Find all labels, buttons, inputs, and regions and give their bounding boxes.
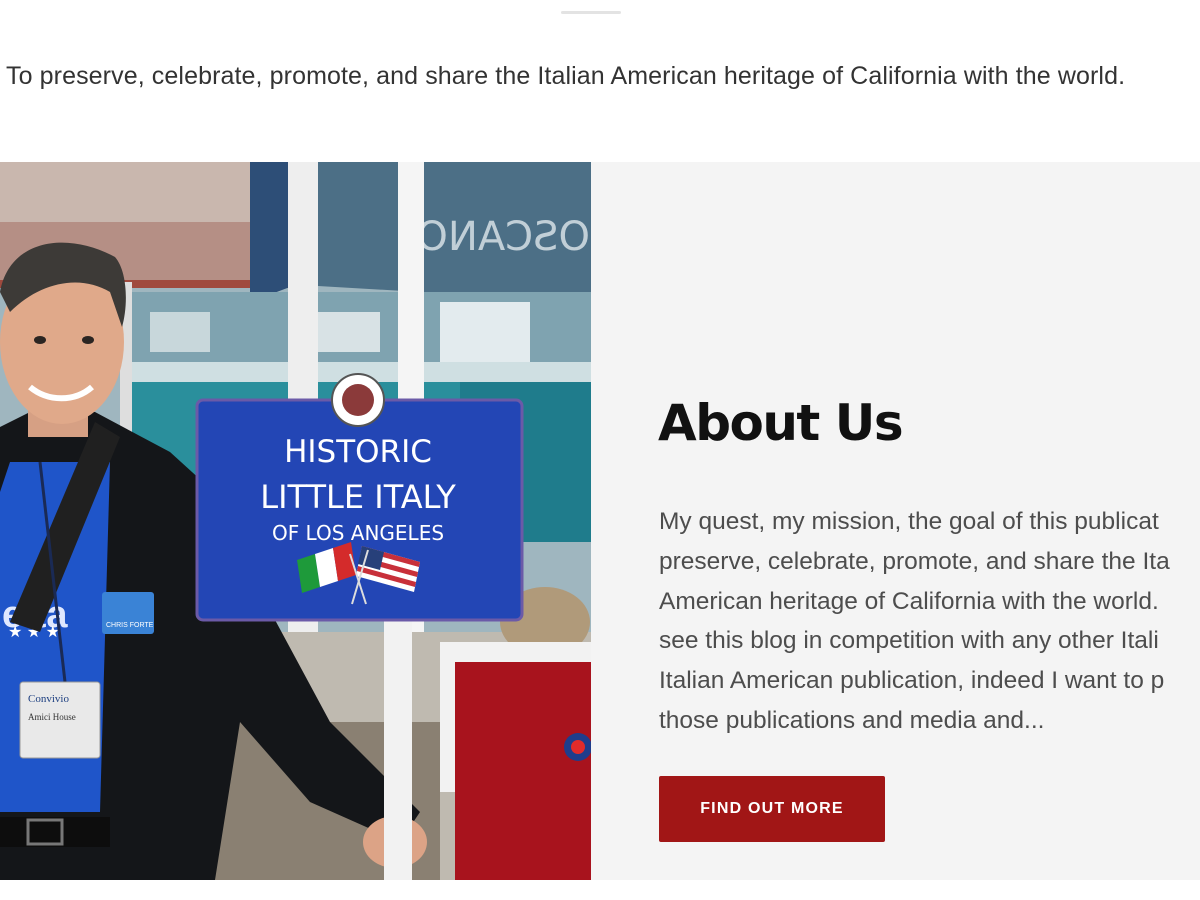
about-line: My quest, my mission, the goal of this p… [659, 508, 1159, 535]
top-divider [561, 11, 621, 14]
about-photo: OSCANO eita ★ ★ ★ CHRIS FORTE [0, 162, 591, 880]
sign-line3: OF LOS ANGELES [272, 521, 444, 545]
about-us-panel: About Us My quest, my mission, the goal … [591, 162, 1200, 880]
about-description: My quest, my mission, the goal of this p… [659, 502, 1200, 741]
awning-text: OSCANO [416, 214, 590, 260]
about-line: preserve, celebrate, promote, and share … [659, 547, 1170, 575]
tag-line2: Amici House [28, 712, 76, 722]
about-line: those publications and media and... [659, 706, 1045, 734]
about-line: American heritage of California with the… [659, 587, 1159, 615]
about-heading: About Us [658, 394, 904, 452]
tag-line1: Convivio [28, 693, 69, 705]
mission-statement: To preserve, celebrate, promote, and sha… [6, 62, 1126, 90]
badge-text: CHRIS FORTE [106, 622, 154, 629]
find-out-more-button[interactable]: FIND OUT MORE [659, 776, 885, 842]
sign-line2: LITTLE ITALY [260, 478, 456, 516]
about-line: Italian American publication, indeed I w… [659, 667, 1165, 695]
about-line: see this blog in competition with any ot… [659, 627, 1159, 655]
sign-line1: HISTORIC [284, 434, 432, 470]
